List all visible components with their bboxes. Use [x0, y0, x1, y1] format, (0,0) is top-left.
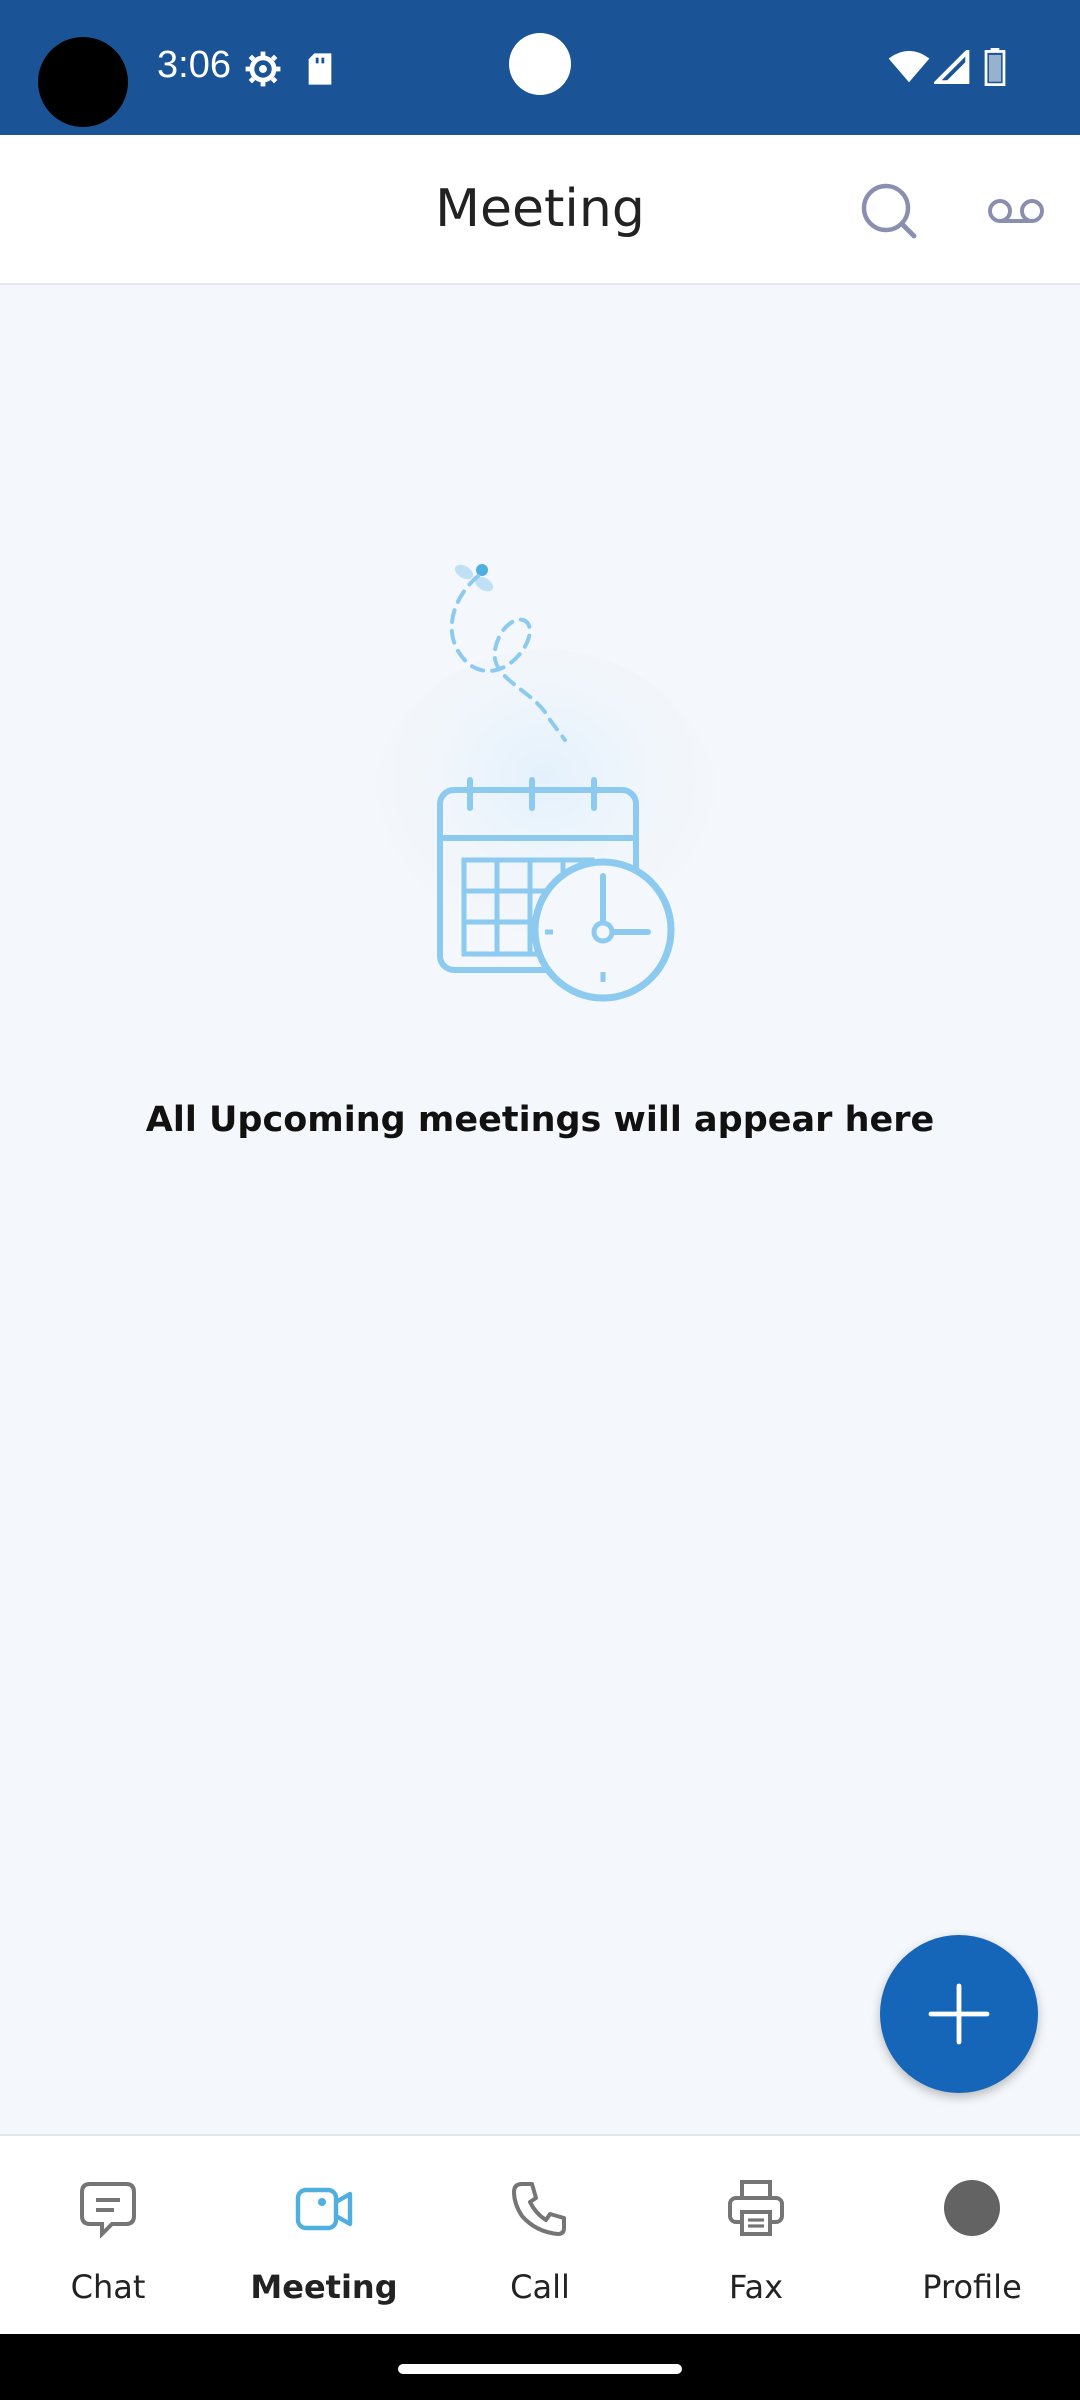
video-camera-icon — [295, 2187, 353, 2231]
nav-label-call: Call — [510, 2268, 570, 2306]
battery-icon — [984, 48, 1006, 86]
home-gesture-pill[interactable] — [398, 2364, 682, 2374]
cell-signal-icon — [934, 50, 970, 84]
nav-label-profile: Profile — [922, 2268, 1022, 2306]
avatar-icon — [944, 2180, 1000, 2236]
nav-item-chat[interactable]: Chat — [0, 2136, 216, 2336]
status-time: 3:06 — [157, 44, 231, 86]
settings-gear-icon — [245, 51, 281, 87]
nav-label-chat: Chat — [70, 2268, 146, 2306]
status-bar: 3:06 — [0, 0, 1080, 135]
camera-dot — [509, 33, 571, 95]
nav-item-fax[interactable]: Fax — [648, 2136, 864, 2336]
bottom-nav: Chat Meeting Call Fax Profile — [0, 2134, 1080, 2336]
screen: 3:06 Meeting All Upcoming meetings will … — [0, 0, 1080, 2400]
calendar-clock-icon — [370, 564, 720, 1002]
plus-icon — [928, 1983, 990, 2045]
front-camera-cutout — [38, 37, 128, 127]
wifi-icon — [888, 50, 930, 83]
sd-card-icon — [308, 53, 332, 85]
phone-icon — [512, 2182, 566, 2236]
app-bar: Meeting — [0, 135, 1080, 285]
nav-label-fax: Fax — [728, 2268, 783, 2306]
empty-state-message: All Upcoming meetings will appear here — [145, 1100, 935, 1140]
search-icon[interactable] — [858, 180, 922, 244]
nav-item-meeting[interactable]: Meeting — [216, 2136, 432, 2336]
voicemail-icon[interactable] — [986, 191, 1046, 231]
printer-icon — [728, 2180, 784, 2236]
nav-item-profile[interactable]: Profile — [864, 2136, 1080, 2336]
system-nav-bar — [0, 2334, 1080, 2400]
add-meeting-button[interactable] — [880, 1935, 1038, 2093]
nav-item-call[interactable]: Call — [432, 2136, 648, 2336]
nav-label-meeting: Meeting — [250, 2268, 398, 2306]
chat-icon — [80, 2182, 136, 2238]
